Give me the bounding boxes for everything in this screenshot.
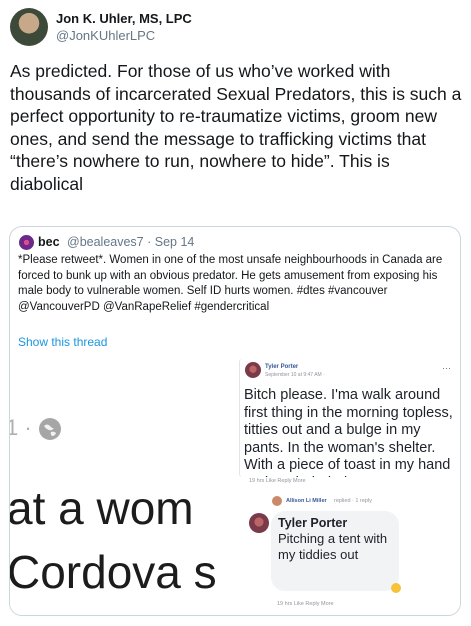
comment-author: Tyler Porter [278, 516, 348, 530]
quoted-tweet-media[interactable]: 1 · at a wom Cordova s Tyler Porter Sept… [10, 355, 460, 615]
post-meta: 19 hrs Like Reply More [249, 478, 306, 484]
quoted-author-handle: @bealeaves7 · Sep 14 [67, 235, 195, 249]
left-text-line-1: at a wom [10, 482, 194, 534]
author-name[interactable]: Jon K. Uhler, MS, LPC [56, 11, 192, 26]
facebook-comments: 19 hrs Like Reply More Allison Li Miller… [239, 477, 458, 615]
tweet-text: As predicted. For those of us who’ve wor… [10, 61, 462, 194]
facebook-post: Tyler Porter September 10 at 9:47 AM · ·… [239, 359, 459, 477]
comment-body: Pitching a tent with my tiddies out [278, 531, 388, 562]
globe-icon [39, 418, 61, 440]
comment-meta: 19 hrs Like Reply More [277, 601, 334, 607]
show-thread-link[interactable]: Show this thread [18, 335, 107, 349]
post-author-name: Tyler Porter [265, 364, 299, 370]
left-text-line-2: Cordova s [10, 546, 217, 598]
left-fragment-text: 1 · [10, 415, 32, 440]
laugh-reaction-icon [391, 583, 401, 593]
reply-author: Allison Li Miller [286, 498, 327, 504]
post-body: Bitch please. I'ma walk around first thi… [244, 387, 453, 477]
comment-avatar [249, 513, 269, 533]
post-time: September 10 at 9:47 AM · [265, 372, 325, 378]
post-avatar [245, 362, 261, 378]
reply-avatar [272, 496, 282, 506]
quoted-author-avatar [19, 235, 34, 250]
quoted-tweet-text: *Please retweet*. Women in one of the mo… [18, 254, 443, 313]
comment-bubble: Tyler Porter Pitching a tent with my tid… [271, 511, 399, 591]
left-screenshot: 1 · at a wom Cordova s [10, 355, 248, 615]
author-handle[interactable]: @JonKUhlerLPC [56, 28, 155, 43]
reply-action: replied · 1 reply [334, 498, 372, 504]
quoted-author-name: bec [38, 235, 60, 249]
author-avatar[interactable] [10, 8, 48, 46]
quoted-tweet[interactable]: bec @bealeaves7 · Sep 14 *Please retweet… [9, 226, 461, 616]
more-icon: ··· [442, 363, 451, 373]
